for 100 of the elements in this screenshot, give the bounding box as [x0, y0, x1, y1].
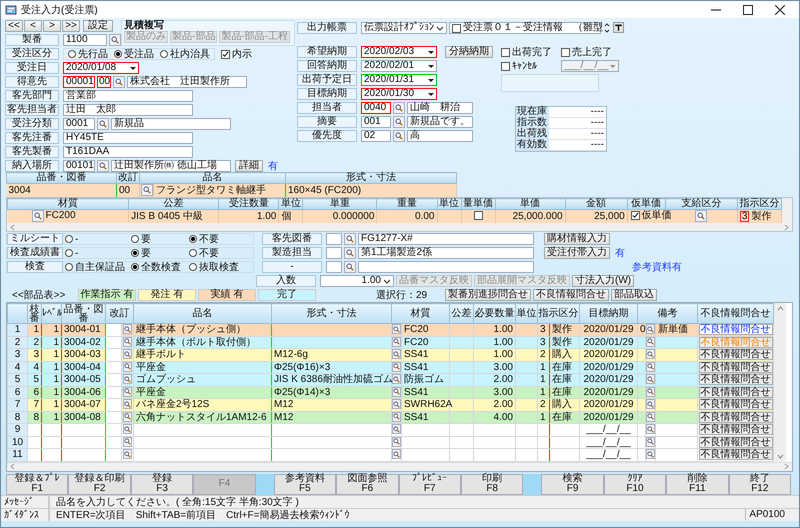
nav-button[interactable]: < — [24, 20, 42, 32]
search-button[interactable] — [123, 336, 132, 346]
search-button[interactable] — [393, 130, 405, 142]
search-button[interactable] — [344, 247, 356, 259]
search-button[interactable] — [392, 374, 401, 384]
search-button[interactable] — [123, 386, 132, 396]
code-field[interactable]: 00 — [97, 76, 111, 88]
function-key-button[interactable]: 削除 F11 — [666, 474, 729, 494]
code-field[interactable]: 0040 — [361, 102, 391, 114]
text-field[interactable] — [358, 261, 534, 273]
text-field[interactable]: 営業部 — [63, 90, 193, 102]
search-button[interactable] — [392, 349, 401, 359]
date-field[interactable]: ___/__/__ — [561, 60, 619, 72]
search-button[interactable] — [695, 210, 708, 222]
search-button[interactable] — [646, 324, 655, 334]
action-button[interactable]: 部品取込 — [611, 289, 658, 301]
radio-button[interactable]: 受注品 — [114, 47, 154, 61]
search-button[interactable] — [123, 362, 132, 372]
function-key-button[interactable]: 登録 F3 — [130, 474, 194, 494]
search-button[interactable] — [392, 324, 401, 334]
nav-button[interactable]: > — [43, 20, 61, 32]
defect-inquiry-button[interactable]: 不良情報問合せ — [698, 424, 772, 436]
search-button[interactable] — [646, 336, 655, 346]
search-button[interactable] — [140, 184, 152, 196]
search-button[interactable] — [97, 118, 109, 130]
search-button[interactable] — [392, 424, 401, 434]
function-key-button[interactable]: 検索 F9 — [541, 474, 604, 494]
form-checkbox[interactable]: 受注票０１－受注情報 （雛型 — [449, 22, 601, 34]
function-key-button[interactable]: 登録＆ﾌﾟﾚ F1 — [6, 474, 68, 494]
date-field[interactable]: 2020/02/01 — [361, 60, 437, 72]
checkbox[interactable] — [474, 210, 483, 220]
text-field[interactable]: 第1工場製造2係 — [358, 247, 534, 259]
checkbox[interactable]: 出荷完了 — [501, 45, 557, 59]
code-field[interactable]: 00101 — [63, 160, 95, 172]
name-field[interactable]: 新規品 — [111, 118, 231, 130]
search-button[interactable] — [393, 102, 405, 114]
defect-inquiry-button[interactable]: 不良情報問合せ — [698, 349, 772, 360]
details-button[interactable]: 詳細 — [235, 160, 263, 172]
function-key-button[interactable]: 図面参照 F6 — [336, 474, 399, 494]
checkbox[interactable]: ｷｬﾝｾﾙ — [501, 60, 557, 72]
defect-inquiry-button[interactable]: 不良情報問合せ — [698, 324, 772, 336]
radio-button[interactable]: 先行品 — [68, 47, 108, 61]
defect-inquiry-button[interactable]: 不良情報問合せ — [698, 386, 772, 398]
search-button[interactable] — [646, 362, 655, 372]
settings-button[interactable]: 設定 — [83, 20, 113, 32]
search-button[interactable] — [646, 412, 655, 422]
action-button[interactable]: 製番別進捗問合せ — [445, 289, 532, 301]
function-key-button[interactable]: 登録＆印刷 F2 — [68, 474, 131, 494]
nav-button[interactable]: << — [5, 20, 23, 32]
search-button[interactable] — [123, 399, 132, 409]
radio-button[interactable]: 不要 — [189, 232, 219, 246]
action-button[interactable]: 不良情報問合せ — [533, 289, 610, 301]
code-field[interactable] — [326, 247, 342, 259]
radio-button[interactable]: 不要 — [189, 246, 219, 260]
spinner-icon[interactable] — [603, 22, 611, 34]
reference-link[interactable]: 参考資料有 — [632, 260, 682, 274]
text-field[interactable]: FG1277-X# — [358, 233, 534, 245]
side-button[interactable]: 受注付帯入力 — [544, 247, 610, 259]
status-link[interactable]: 有 — [268, 159, 278, 173]
radio-button[interactable]: 抜取検査 — [189, 260, 239, 274]
search-button[interactable] — [646, 424, 655, 434]
checkbox[interactable]: 内示 — [221, 47, 252, 61]
search-button[interactable] — [646, 399, 655, 409]
defect-inquiry-button[interactable]: 不良情報問合せ — [698, 362, 772, 373]
search-button[interactable] — [109, 34, 121, 46]
defect-inquiry-button[interactable]: 不良情報問合せ — [698, 436, 772, 448]
search-button[interactable] — [123, 436, 132, 446]
search-button[interactable] — [113, 76, 125, 88]
code-field[interactable]: 00001 — [63, 76, 95, 88]
action-button[interactable]: 寸法入力(W) — [572, 275, 634, 287]
search-button[interactable] — [392, 386, 401, 396]
radio-button[interactable]: 社内治具 — [160, 47, 210, 61]
search-button[interactable] — [646, 386, 655, 396]
vertical-scrollbar[interactable] — [774, 303, 786, 462]
radio-button[interactable]: 要 — [131, 246, 151, 260]
function-key-button[interactable]: 参考資料 F5 — [274, 474, 336, 494]
defect-inquiry-button[interactable]: 不良情報問合せ — [698, 412, 772, 423]
defect-inquiry-button[interactable]: 不良情報問合せ — [698, 374, 772, 386]
checkbox[interactable]: 売上完了 — [561, 45, 617, 59]
name-field[interactable]: 高 — [407, 130, 473, 142]
search-button[interactable] — [123, 449, 132, 459]
date-field[interactable]: 2020/02/03 — [361, 46, 437, 58]
text-field[interactable]: HY45TE — [63, 132, 193, 144]
status-link[interactable]: 有 — [615, 246, 625, 260]
search-button[interactable] — [646, 449, 655, 459]
date-field[interactable]: 2020/01/08 — [63, 62, 139, 74]
quantity-select[interactable]: 1.00 — [320, 275, 394, 287]
search-button[interactable] — [392, 449, 401, 459]
function-key-button[interactable]: 終了 F12 — [728, 474, 792, 494]
radio-button[interactable]: - — [65, 234, 78, 244]
defect-inquiry-button[interactable]: 不良情報問合せ — [698, 449, 772, 460]
split-delivery-button[interactable]: 分納納期 — [445, 46, 493, 58]
radio-button[interactable]: 全数検査 — [131, 260, 181, 274]
text-field[interactable]: T161DAA — [63, 146, 193, 158]
search-button[interactable] — [646, 374, 655, 384]
text-field[interactable]: 辻田 太郎 — [63, 104, 193, 116]
function-key-button[interactable]: ﾌﾟﾚﾋﾞｭｰ F7 — [398, 474, 461, 494]
arrow-down-icon[interactable] — [776, 454, 784, 458]
date-field[interactable]: 2020/01/31 — [361, 74, 437, 86]
code-field[interactable]: 02 — [361, 130, 391, 142]
